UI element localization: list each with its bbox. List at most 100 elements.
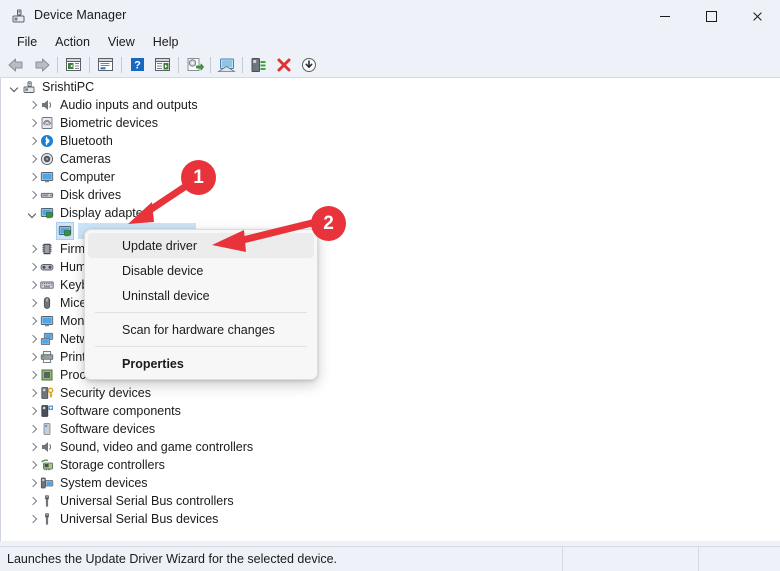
chevron-right-icon[interactable] bbox=[27, 423, 39, 435]
chevron-right-icon[interactable] bbox=[27, 405, 39, 417]
chevron-down-icon[interactable] bbox=[27, 207, 39, 219]
chevron-right-icon[interactable] bbox=[27, 315, 39, 327]
chevron-right-icon[interactable] bbox=[27, 189, 39, 201]
forward-arrow-icon bbox=[35, 58, 50, 71]
menu-action[interactable]: Action bbox=[46, 33, 99, 51]
tree-label: Storage controllers bbox=[60, 458, 165, 472]
chevron-right-icon[interactable] bbox=[27, 135, 39, 147]
status-message: Launches the Update Driver Wizard for th… bbox=[7, 552, 338, 566]
context-menu-item-properties[interactable]: Properties bbox=[88, 351, 314, 376]
context-menu-item-scan-for-hardware-changes[interactable]: Scan for hardware changes bbox=[88, 317, 314, 342]
monitor-icon bbox=[39, 169, 55, 185]
context-menu-item-update-driver[interactable]: Update driver bbox=[88, 233, 314, 258]
forward-button[interactable] bbox=[29, 54, 54, 76]
tree-label: Software components bbox=[60, 404, 181, 418]
chevron-right-icon[interactable] bbox=[27, 495, 39, 507]
tree-row-bluetooth[interactable]: Bluetooth bbox=[1, 132, 780, 150]
toolbar-separator-1 bbox=[57, 56, 58, 73]
chevron-right-icon[interactable] bbox=[27, 387, 39, 399]
tree-row-software-devices[interactable]: Software devices bbox=[1, 420, 780, 438]
chevron-right-icon[interactable] bbox=[27, 369, 39, 381]
context-menu-item-uninstall-device[interactable]: Uninstall device bbox=[88, 283, 314, 308]
chevron-right-icon[interactable] bbox=[27, 153, 39, 165]
menu-help[interactable]: Help bbox=[144, 33, 188, 51]
chevron-right-icon[interactable] bbox=[27, 333, 39, 345]
tree-row-software-components[interactable]: Software components bbox=[1, 402, 780, 420]
menu-file[interactable]: File bbox=[8, 33, 46, 51]
tree-row-system-devices[interactable]: System devices bbox=[1, 474, 780, 492]
usb-icon bbox=[39, 493, 55, 509]
disk-drive-icon bbox=[39, 187, 55, 203]
tree-label-root: SrishtiPC bbox=[42, 80, 95, 94]
back-arrow-icon bbox=[8, 58, 23, 71]
firmware-icon bbox=[39, 241, 55, 257]
tree-row-biometric-devices[interactable]: Biometric devices bbox=[1, 114, 780, 132]
help-button[interactable]: ? bbox=[125, 54, 150, 76]
close-button[interactable] bbox=[734, 0, 780, 32]
scan-for-hardware-changes-button[interactable] bbox=[214, 54, 239, 76]
chevron-right-icon[interactable] bbox=[27, 261, 39, 273]
tree-label: Universal Serial Bus controllers bbox=[60, 494, 234, 508]
chevron-right-icon[interactable] bbox=[27, 459, 39, 471]
tree-row-cameras[interactable]: Cameras bbox=[1, 150, 780, 168]
chevron-down-icon[interactable] bbox=[9, 81, 21, 93]
tree-row-universal-serial-bus-devices[interactable]: Universal Serial Bus devices bbox=[1, 510, 780, 528]
window-title: Device Manager bbox=[34, 8, 127, 22]
chevron-right-icon[interactable] bbox=[27, 477, 39, 489]
chevron-right-icon[interactable] bbox=[27, 279, 39, 291]
console-tree-icon bbox=[66, 58, 81, 71]
enable-device-button[interactable] bbox=[246, 54, 271, 76]
show-hide-console-tree-button[interactable] bbox=[61, 54, 86, 76]
maximize-icon bbox=[705, 10, 717, 22]
chevron-right-icon[interactable] bbox=[27, 117, 39, 129]
tree-row-universal-serial-bus-controllers[interactable]: Universal Serial Bus controllers bbox=[1, 492, 780, 510]
title-bar: Device Manager bbox=[0, 0, 780, 32]
download-arrow-icon bbox=[301, 57, 316, 72]
display-adapter-icon bbox=[39, 205, 55, 221]
update-driver-button[interactable] bbox=[182, 54, 207, 76]
tree-row-disk-drives[interactable]: Disk drives bbox=[1, 186, 780, 204]
back-button[interactable] bbox=[4, 54, 29, 76]
chevron-right-icon[interactable] bbox=[27, 441, 39, 453]
device-manager-window: Device Manager File Action View Help ? S… bbox=[0, 0, 780, 571]
tree-row-storage-controllers[interactable]: Storage controllers bbox=[1, 456, 780, 474]
menu-view[interactable]: View bbox=[99, 33, 144, 51]
tree-label: System devices bbox=[60, 476, 148, 490]
status-segment-2 bbox=[699, 547, 780, 571]
toolbar-separator-4 bbox=[178, 56, 179, 73]
chevron-right-icon[interactable] bbox=[27, 513, 39, 525]
system-device-icon bbox=[39, 475, 55, 491]
tree-row-sound-video-and-game-controllers[interactable]: Sound, video and game controllers bbox=[1, 438, 780, 456]
tree-row-display-adapters[interactable]: Display adapters bbox=[1, 204, 780, 222]
toolbar-separator-3 bbox=[121, 56, 122, 73]
tree-row-computer[interactable]: Computer bbox=[1, 168, 780, 186]
tree-row-security-devices[interactable]: Security devices bbox=[1, 384, 780, 402]
computer-root-icon bbox=[21, 79, 37, 95]
tree-label: Bluetooth bbox=[60, 134, 113, 148]
update-driver-icon bbox=[187, 57, 204, 71]
enable-device-icon bbox=[251, 57, 266, 72]
tree-row-audio-inputs-and-outputs[interactable]: Audio inputs and outputs bbox=[1, 96, 780, 114]
minimize-icon bbox=[660, 15, 670, 17]
chevron-right-icon[interactable] bbox=[27, 171, 39, 183]
chevron-right-icon[interactable] bbox=[27, 243, 39, 255]
context-menu-item-disable-device[interactable]: Disable device bbox=[88, 258, 314, 283]
context-menu[interactable]: Update driver Disable device Uninstall d… bbox=[84, 229, 318, 380]
chevron-right-icon[interactable] bbox=[27, 351, 39, 363]
tree-label: Universal Serial Bus devices bbox=[60, 512, 219, 526]
toolbar: ? bbox=[0, 52, 780, 78]
maximize-button[interactable] bbox=[688, 0, 734, 32]
status-segment-1 bbox=[563, 546, 699, 571]
tree-row-root[interactable]: SrishtiPC bbox=[1, 78, 780, 96]
chevron-right-icon[interactable] bbox=[27, 99, 39, 111]
properties-button[interactable] bbox=[93, 54, 118, 76]
show-hide-action-pane-button[interactable] bbox=[150, 54, 175, 76]
uninstall-device-button[interactable] bbox=[271, 54, 296, 76]
tree-label: Display adapters bbox=[60, 206, 154, 220]
tree-label: Security devices bbox=[60, 386, 152, 400]
download-button[interactable] bbox=[296, 54, 321, 76]
properties-window-icon bbox=[98, 58, 113, 71]
minimize-button[interactable] bbox=[642, 0, 688, 32]
chevron-right-icon[interactable] bbox=[27, 297, 39, 309]
menu-bar: File Action View Help bbox=[0, 32, 780, 52]
